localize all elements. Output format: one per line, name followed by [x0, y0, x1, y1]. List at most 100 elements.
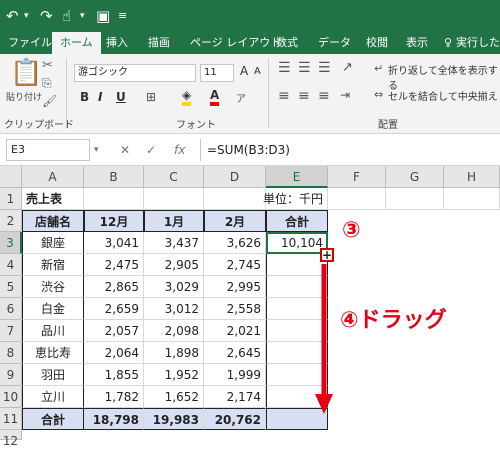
store-name[interactable]: 恵比寿 — [22, 342, 84, 364]
row-header[interactable]: 2 — [0, 210, 22, 232]
value-cell[interactable]: 1,898 — [144, 342, 204, 364]
tab-insert[interactable]: 挿入 — [106, 32, 128, 54]
header-store[interactable]: 店舗名 — [22, 210, 84, 232]
header-dec[interactable]: 12月 — [84, 210, 144, 232]
store-name[interactable]: 品川 — [22, 320, 84, 342]
fill-handle-cursor[interactable]: + — [320, 248, 334, 262]
tab-data[interactable]: データ — [318, 32, 351, 54]
indent-icon[interactable]: ⇥ — [340, 88, 350, 102]
insert-function-icon[interactable]: fx — [174, 139, 185, 161]
align-bottom-icon[interactable]: ☰ — [318, 60, 331, 76]
value-cell[interactable]: 2,659 — [84, 298, 144, 320]
touch-mode-icon[interactable]: ☝ — [62, 6, 71, 26]
store-name[interactable]: 羽田 — [22, 364, 84, 386]
column-header-h[interactable]: H — [444, 166, 500, 188]
formula-input[interactable]: =SUM(B3:D3) — [200, 139, 496, 161]
redo-icon[interactable]: ↷ — [40, 6, 53, 26]
value-cell[interactable]: 1,652 — [144, 386, 204, 408]
underline-button[interactable]: U — [116, 90, 126, 104]
value-cell[interactable]: 2,098 — [144, 320, 204, 342]
total-value[interactable]: 18,798 — [84, 408, 144, 430]
header-total[interactable]: 合計 — [266, 210, 328, 232]
row-header[interactable]: 10 — [0, 386, 22, 408]
store-name[interactable]: 白金 — [22, 298, 84, 320]
select-all-corner[interactable] — [0, 166, 22, 188]
value-cell[interactable]: 2,745 — [204, 254, 266, 276]
row-header[interactable]: 3 — [0, 232, 22, 254]
paste-icon[interactable]: 📋 — [10, 58, 42, 88]
value-cell[interactable]: 3,626 — [204, 232, 266, 254]
value-cell[interactable]: 2,558 — [204, 298, 266, 320]
value-cell[interactable]: 1,855 — [84, 364, 144, 386]
align-left-icon[interactable]: ≡ — [278, 88, 290, 104]
column-header-f[interactable]: F — [328, 166, 386, 188]
font-size-select[interactable]: 11 — [200, 64, 234, 82]
copy-icon[interactable]: ⎘ — [42, 76, 52, 91]
total-value[interactable]: 20,762 — [204, 408, 266, 430]
align-top-icon[interactable]: ☰ — [278, 60, 291, 76]
tab-formulas[interactable]: 数式 — [276, 32, 298, 54]
value-cell[interactable]: 3,437 — [144, 232, 204, 254]
unit-label[interactable]: 単位：千円 — [226, 188, 328, 210]
row-header[interactable]: 12 — [0, 430, 22, 448]
cell[interactable] — [444, 188, 500, 210]
total-row-label[interactable]: 合計 — [22, 408, 84, 430]
total-value[interactable]: 19,983 — [144, 408, 204, 430]
cut-icon[interactable]: ✂ — [42, 58, 53, 73]
increase-font-icon[interactable]: A — [240, 64, 248, 78]
customize-toolbar-icon[interactable]: ≡ — [118, 6, 127, 26]
tab-page-layout[interactable]: ページ レイアウト — [190, 32, 281, 54]
value-cell[interactable]: 3,041 — [84, 232, 144, 254]
cell[interactable] — [84, 188, 144, 210]
column-header-d[interactable]: D — [204, 166, 266, 188]
column-header-c[interactable]: C — [144, 166, 204, 188]
merge-center-icon[interactable]: ⇔ — [374, 88, 383, 101]
value-cell[interactable]: 1,999 — [204, 364, 266, 386]
value-cell[interactable]: 2,865 — [84, 276, 144, 298]
row-header[interactable]: 1 — [0, 188, 22, 210]
value-cell[interactable]: 2,174 — [204, 386, 266, 408]
fill-color-icon[interactable]: ◈ — [182, 88, 192, 106]
column-header-a[interactable]: A — [22, 166, 84, 188]
row-header[interactable]: 11 — [0, 408, 22, 430]
store-name[interactable]: 銀座 — [22, 232, 84, 254]
cancel-icon[interactable]: ✕ — [120, 139, 130, 161]
undo-icon[interactable]: ↶ — [6, 6, 19, 26]
undo-dropdown-icon[interactable]: ▾ — [24, 6, 29, 26]
font-name-select[interactable]: 游ゴシック — [74, 64, 196, 82]
value-cell[interactable]: 3,012 — [144, 298, 204, 320]
align-middle-icon[interactable]: ☰ — [298, 60, 311, 76]
name-box-dropdown-icon[interactable]: ▾ — [94, 139, 99, 161]
tab-draw[interactable]: 描画 — [148, 32, 170, 54]
selected-cell-e3[interactable]: 10,104 — [266, 232, 328, 254]
row-header[interactable]: 6 — [0, 298, 22, 320]
value-cell[interactable]: 1,952 — [144, 364, 204, 386]
merge-center-button[interactable]: セルを結合して中央揃え — [388, 88, 498, 103]
borders-icon[interactable]: ⊞ — [146, 90, 156, 104]
cell[interactable] — [328, 188, 386, 210]
bold-button[interactable]: B — [80, 90, 89, 104]
orientation-icon[interactable]: ↗ — [342, 60, 353, 75]
value-cell[interactable]: 2,645 — [204, 342, 266, 364]
tell-me-search[interactable]: 実行したい — [456, 32, 500, 71]
header-feb[interactable]: 2月 — [204, 210, 266, 232]
tab-review[interactable]: 校閲 — [366, 32, 388, 54]
align-right-icon[interactable]: ≡ — [318, 88, 330, 104]
value-cell[interactable]: 2,905 — [144, 254, 204, 276]
name-box[interactable]: E3 — [6, 139, 90, 161]
column-header-e[interactable]: E — [266, 166, 328, 188]
value-cell[interactable]: 2,995 — [204, 276, 266, 298]
row-header[interactable]: 4 — [0, 254, 22, 276]
touch-dropdown-icon[interactable]: ▾ — [80, 6, 85, 26]
value-cell[interactable]: 2,057 — [84, 320, 144, 342]
value-cell[interactable]: 2,475 — [84, 254, 144, 276]
value-cell[interactable]: 1,782 — [84, 386, 144, 408]
value-cell[interactable]: 2,021 — [204, 320, 266, 342]
cell[interactable] — [386, 188, 444, 210]
font-color-icon[interactable]: A — [210, 88, 220, 106]
value-cell[interactable]: 3,029 — [144, 276, 204, 298]
tab-view[interactable]: 表示 — [406, 32, 428, 54]
format-painter-icon[interactable]: 🖌 — [42, 94, 57, 108]
tab-home[interactable]: ホーム — [52, 32, 101, 54]
decrease-font-icon[interactable]: A — [254, 66, 261, 77]
